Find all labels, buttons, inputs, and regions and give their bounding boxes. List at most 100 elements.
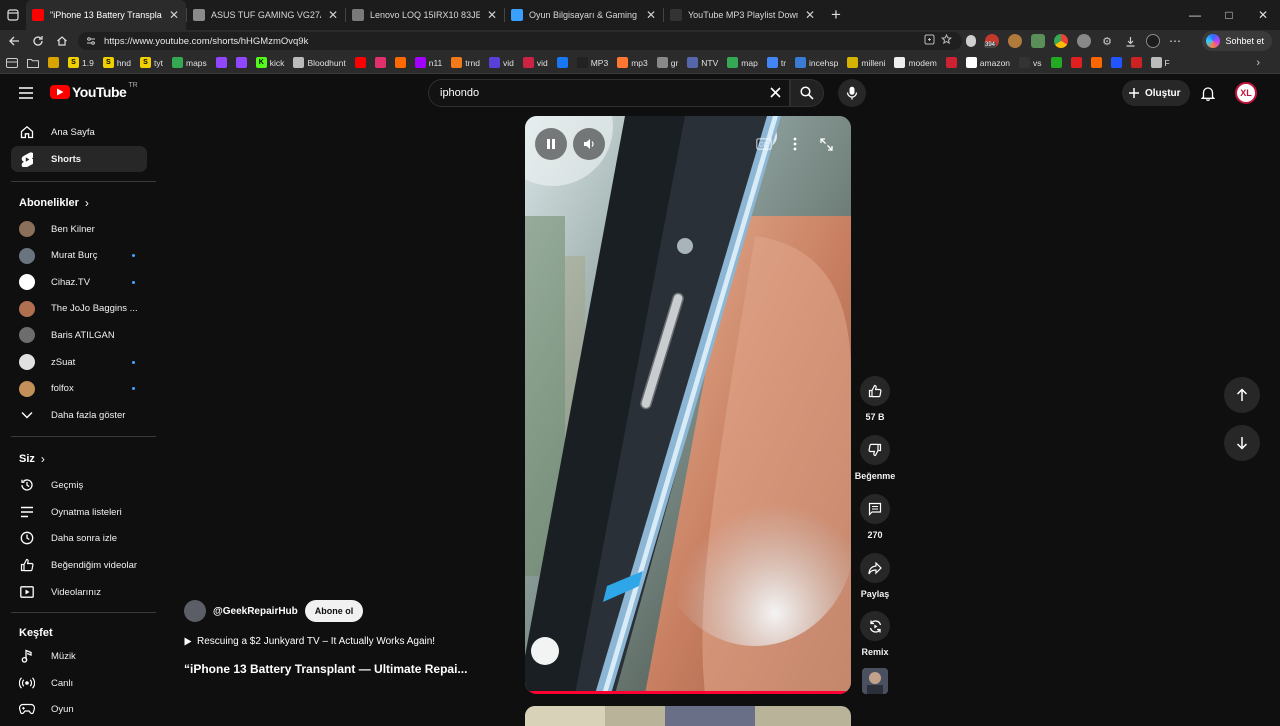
site-info-icon[interactable] [86,36,96,46]
close-window-button[interactable]: ✕ [1246,0,1280,30]
tab-actions-icon[interactable] [0,0,26,30]
video-progress-bar[interactable] [525,691,851,694]
bookmark-item[interactable]: amazon [965,57,1010,68]
sidebar-item-gaming[interactable]: Oyun [11,696,147,720]
clear-search-button[interactable] [764,81,786,103]
url-field[interactable]: https://www.youtube.com/shorts/hHGMzmOvq… [78,32,962,50]
shorts-video-player[interactable]: CC [525,116,851,694]
create-button[interactable]: Oluştur [1122,80,1190,106]
remix-action[interactable]: Remix [855,611,895,657]
dislike-action[interactable]: Beğenme [855,435,895,481]
account-avatar[interactable]: XL [1235,82,1257,104]
bookmark-item[interactable] [394,57,406,68]
reload-button[interactable] [26,30,50,52]
bookmark-item[interactable]: map [727,57,758,68]
sidebar-item-music[interactable]: Müzik [11,643,147,669]
bookmark-item[interactable] [1130,57,1142,68]
browser-tab[interactable]: "iPhone 13 Battery Transplant ✕ [26,0,186,30]
bookmark-item[interactable] [374,57,386,68]
bookmark-item[interactable]: trnd [451,57,480,68]
bookmark-item[interactable]: modem [894,57,937,68]
bookmark-item[interactable]: NTV [687,57,718,68]
ext-badge-icon[interactable]: 394 [984,34,999,48]
bookmark-item[interactable] [1110,57,1122,68]
remix-button[interactable] [860,611,890,641]
channel-avatar[interactable] [184,600,206,622]
comments-button[interactable] [860,494,890,524]
bookmark-item[interactable] [1050,57,1062,68]
pause-button[interactable] [535,128,567,160]
extension-icon-3[interactable] [1054,34,1068,48]
bookmark-item[interactable]: milleni [847,57,885,68]
bookmark-item[interactable]: tr [766,57,786,68]
download-icon[interactable] [1123,34,1137,48]
mute-button[interactable] [573,128,605,160]
maximize-button[interactable]: □ [1212,0,1246,30]
bookmark-item[interactable]: Bloodhunt [293,57,346,68]
subscribe-button[interactable]: Abone ol [304,600,364,622]
subscription-item[interactable]: folfox [11,376,147,402]
bookmark-item[interactable]: Shnd [102,57,131,68]
search-input[interactable]: iphondo [428,79,790,107]
subscriptions-heading[interactable]: Abonelikler › [19,196,89,210]
previous-short-button[interactable] [1224,377,1260,413]
sidebar-item-live[interactable]: Canlı [11,670,147,696]
sidebar-item-history[interactable]: Geçmiş [11,472,147,498]
short-title[interactable]: “iPhone 13 Battery Transplant — Ultimate… [184,662,484,676]
extension-icon-1[interactable] [1008,34,1022,48]
subscription-item[interactable]: Baris ATILGAN [11,322,147,348]
back-button[interactable] [2,30,26,52]
extension-puzzle-icon[interactable]: ⚙ [1100,34,1114,48]
subscription-item[interactable]: zSuat [11,349,147,375]
next-short-preview[interactable] [525,706,851,726]
next-short-button[interactable] [1224,425,1260,461]
sidebar-item-liked-videos[interactable]: Beğendiğim videolar [11,552,147,578]
browser-tab[interactable]: YouTube MP3 Playlist Downloader ✕ [664,0,822,30]
subscription-item[interactable]: The JoJo Baggins ... [11,296,147,322]
fullscreen-button[interactable] [815,133,837,155]
shield-extension-icon[interactable] [966,35,976,47]
minimize-button[interactable]: — [1178,0,1212,30]
bookmark-item[interactable]: vid [522,57,548,68]
dislike-button[interactable] [860,435,890,465]
show-more-button[interactable]: Daha fazla göster [11,402,147,428]
tab-close-icon[interactable]: ✕ [804,8,816,22]
new-tab-button[interactable]: + [822,0,850,30]
extension-icon-2[interactable] [1031,34,1045,48]
captions-button[interactable]: CC [753,133,775,155]
app-available-icon[interactable] [924,34,935,45]
sound-source-thumbnail[interactable] [862,668,888,694]
bookmark-item[interactable]: n11 [414,57,442,68]
notifications-button[interactable] [1197,82,1219,104]
bookmark-item[interactable]: S 1.9 [68,57,94,68]
bookmark-item[interactable]: vid [488,57,514,68]
bookmark-item[interactable] [235,57,247,68]
bookmark-item[interactable]: MP3 [576,57,608,68]
related-video-link[interactable]: Rescuing a $2 Junkyard TV – It Actually … [184,636,435,647]
bookmark-item[interactable] [945,57,957,68]
bookmark-item[interactable] [48,57,59,68]
like-action[interactable]: 57 B [855,376,895,422]
tab-close-icon[interactable]: ✕ [486,8,498,22]
sidebar-toggle-icon[interactable] [6,57,18,68]
browser-tab[interactable]: ASUS TUF GAMING VG27AQ3A 27 ✕ [187,0,345,30]
bookmark-item[interactable]: mp3 [617,57,648,68]
bookmark-item[interactable]: gr [656,57,678,68]
bookmark-item[interactable]: Styt [140,57,163,68]
profile-extension-icon[interactable] [1146,34,1160,48]
subscription-item[interactable]: Cihaz.TV [11,269,147,295]
share-action[interactable]: Paylaş [855,553,895,599]
search-button[interactable] [790,79,824,107]
voice-search-button[interactable] [838,79,866,107]
extension-icon-4[interactable] [1077,34,1091,48]
copilot-chat-button[interactable]: Sohbet et [1202,31,1272,51]
youtube-logo[interactable]: YouTube TR [50,82,138,100]
sidebar-item-shorts[interactable]: Shorts [11,146,147,172]
browser-tab[interactable]: Oyun Bilgisayarı & Gaming PC Fiy ✕ [505,0,663,30]
more-options-button[interactable] [784,133,806,155]
bookmark-item[interactable] [1070,57,1082,68]
browser-menu-icon[interactable]: ⋯ [1169,34,1182,48]
bookmark-item[interactable] [354,57,366,68]
sidebar-item-watch-later[interactable]: Daha sonra izle [11,525,147,551]
favorite-star-icon[interactable] [941,34,952,45]
